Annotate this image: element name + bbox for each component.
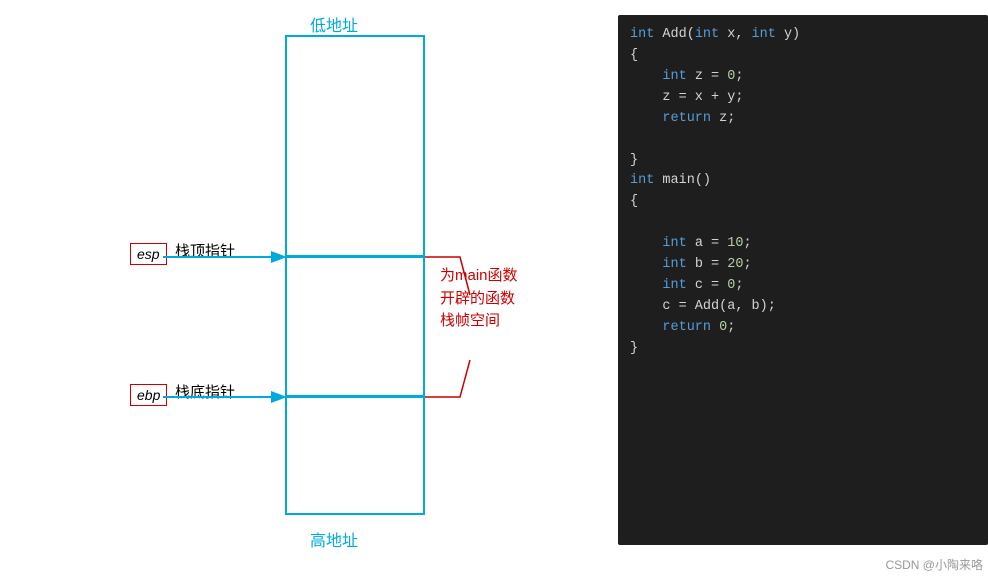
low-address-label: 低地址 (310, 12, 358, 36)
code-line-5: return z; (630, 109, 976, 130)
code-line-11: int a = 10; (630, 234, 976, 255)
code-line-3: int z = 0; (630, 67, 976, 88)
stack-top-pointer-label: 栈顶指针 (175, 240, 235, 261)
code-line-9: { (630, 192, 976, 213)
code-line-10 (630, 213, 976, 234)
code-line-6 (630, 130, 976, 151)
esp-label: esp (130, 243, 167, 265)
code-panel: int Add(int x, int y) { int z = 0; z = x… (618, 15, 988, 545)
code-line-13: int c = 0; (630, 276, 976, 297)
code-line-8: int main() (630, 171, 976, 192)
code-line-2: { (630, 46, 976, 67)
ebp-divider (285, 395, 425, 398)
code-line-15: return 0; (630, 318, 976, 339)
ebp-label: ebp (130, 384, 167, 406)
watermark: CSDN @小陶来咯 (885, 556, 983, 573)
stack-bottom-pointer-label: 栈底指针 (175, 381, 235, 402)
code-line-12: int b = 20; (630, 255, 976, 276)
code-line-16: } (630, 339, 976, 360)
code-line-1: int Add(int x, int y) (630, 25, 976, 46)
code-line-7: } (630, 151, 976, 172)
stack-box (285, 35, 425, 515)
code-line-4: z = x + y; (630, 88, 976, 109)
high-address-label: 高地址 (310, 527, 358, 551)
code-line-14: c = Add(a, b); (630, 297, 976, 318)
esp-divider (285, 255, 425, 258)
main-frame-label: 为main函数 开辟的函数 栈帧空间 (440, 265, 518, 333)
main-container: 低地址 高地址 esp 栈顶指针 ebp 栈底指针 为main函数 开辟的函数 … (0, 0, 988, 581)
